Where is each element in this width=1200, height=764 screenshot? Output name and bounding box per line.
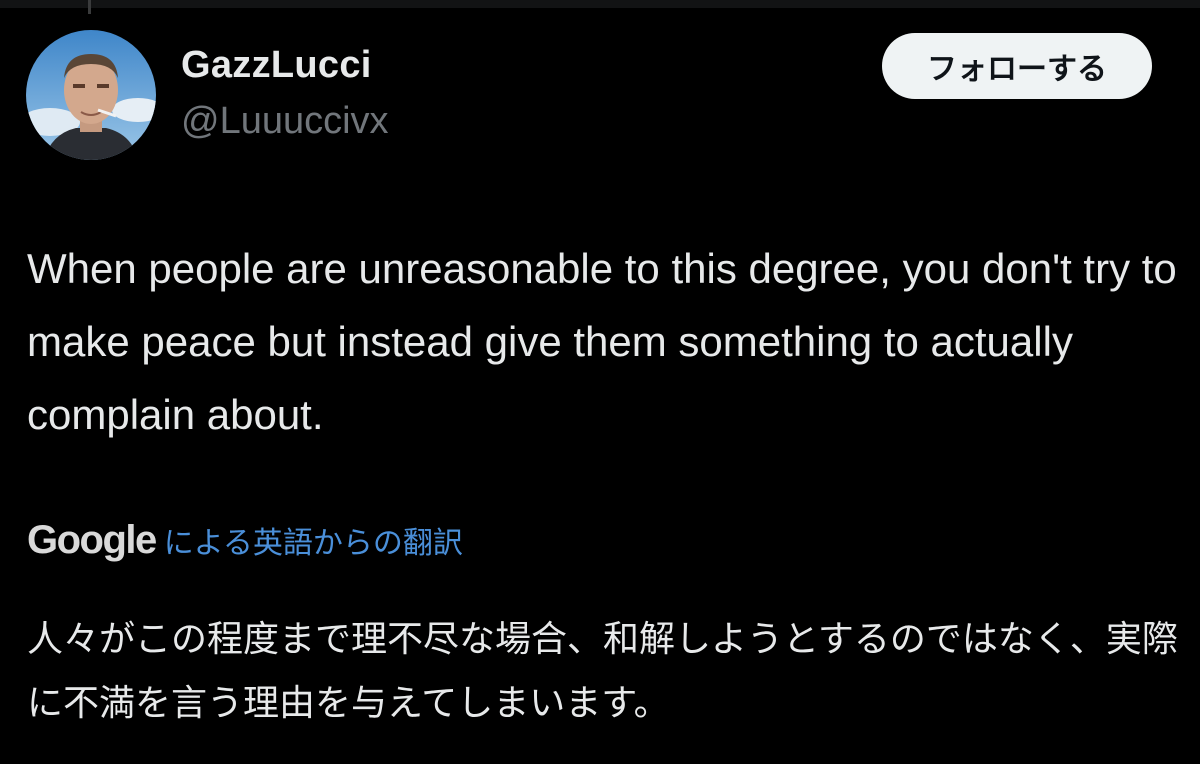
divider bbox=[88, 0, 91, 14]
follow-button[interactable]: フォローする bbox=[882, 33, 1152, 99]
translation-header: Google による英語からの翻訳 bbox=[27, 518, 463, 568]
user-handle[interactable]: @Luuuccivx bbox=[181, 100, 389, 143]
google-logo: Google bbox=[27, 518, 157, 562]
translated-text: 人々がこの程度まで理不尽な場合、和解しようとするのではなく、実際に不満を言う理由… bbox=[27, 619, 1178, 724]
avatar-image bbox=[26, 30, 156, 160]
tweet-text: When people are unreasonable to this deg… bbox=[27, 245, 1177, 438]
top-strip bbox=[0, 0, 1200, 14]
translation-link[interactable]: による英語からの翻訳 bbox=[164, 518, 463, 562]
display-name[interactable]: GazzLucci bbox=[181, 44, 372, 87]
avatar[interactable] bbox=[26, 30, 156, 160]
